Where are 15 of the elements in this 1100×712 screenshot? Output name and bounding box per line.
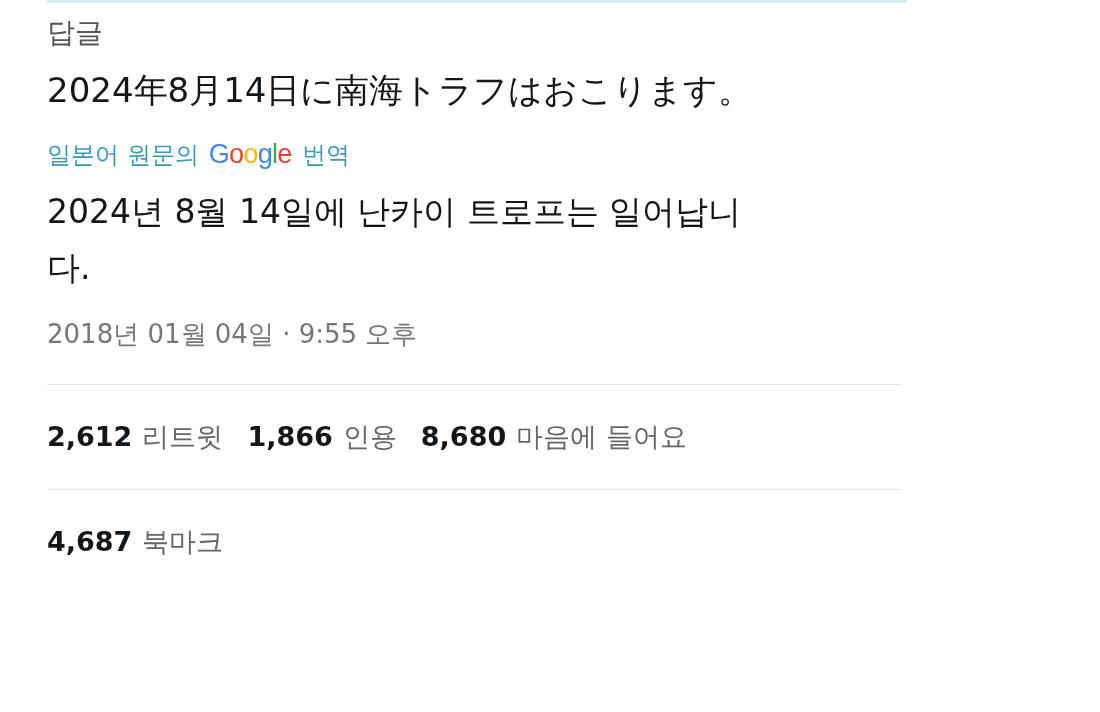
stat-count: 4,687 — [47, 525, 133, 559]
reply-label: 답글 — [47, 15, 104, 51]
stat-count: 2,612 — [47, 420, 133, 454]
translation-label: 번역 — [301, 140, 350, 171]
tweet-text: 2024年8月14日に南海トラフはおこります。 — [47, 69, 754, 112]
stat-label: 리트윗 — [142, 420, 224, 454]
translation-label: 일본어 원문의 — [47, 140, 199, 171]
timestamp: 2018년 01월 04일 · 9:55 오후 — [47, 318, 419, 351]
stat-label: 북마크 — [142, 525, 224, 559]
stat-count: 1,866 — [247, 420, 333, 454]
stat-label: 마음에 들어요 — [516, 420, 687, 454]
stat-label: 인용 — [342, 420, 397, 454]
google-logo: Google — [208, 138, 292, 171]
stat-count: 8,680 — [420, 420, 507, 454]
translated-text: 2024년 8월 14일에 난카이 트로프는 일어납니다. — [47, 191, 743, 289]
